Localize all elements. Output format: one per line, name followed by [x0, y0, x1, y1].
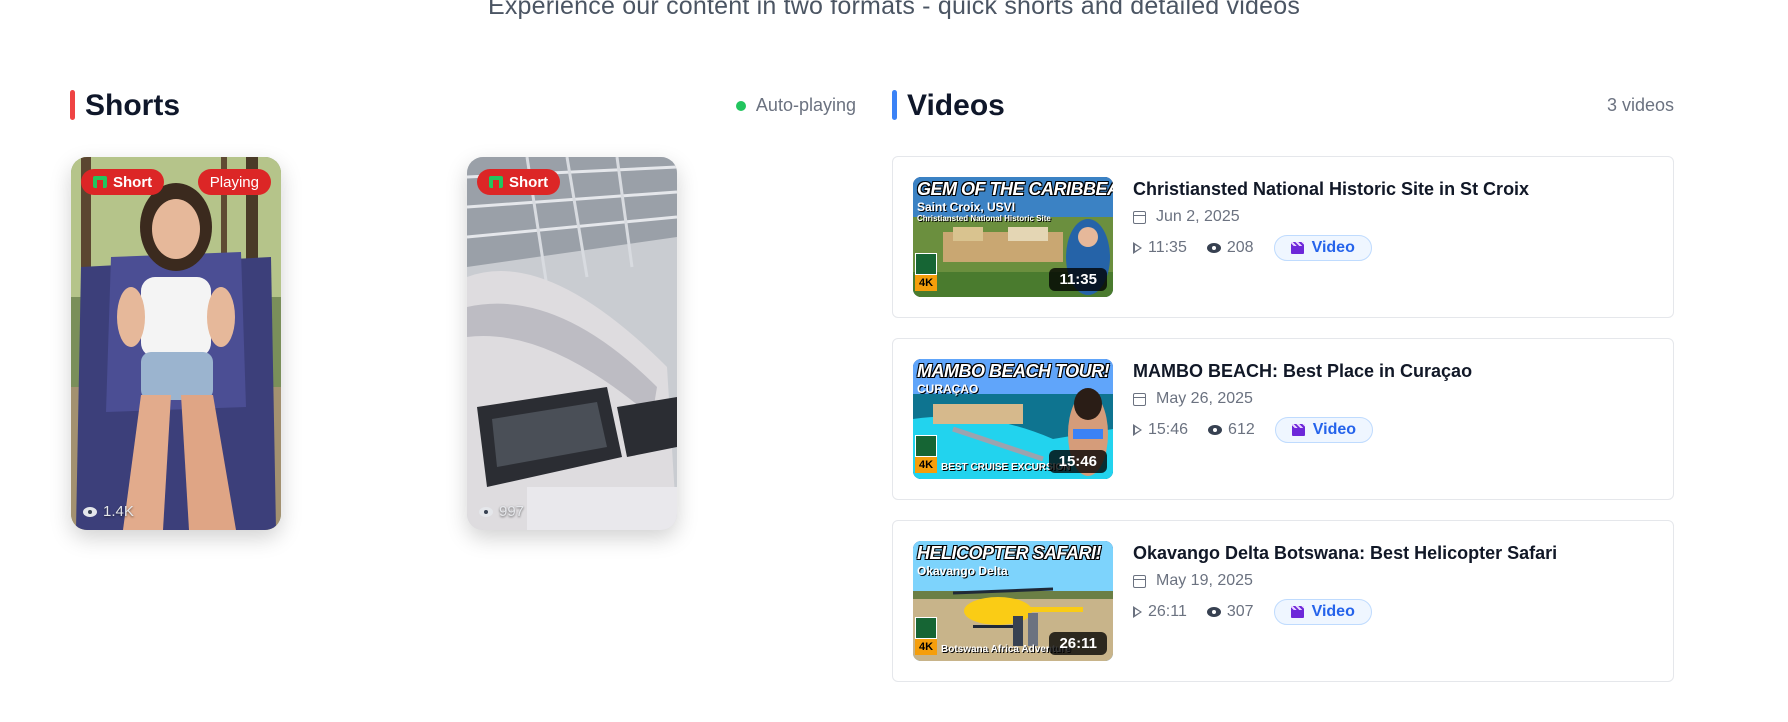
video-info: Okavango Delta Botswana: Best Helicopter…: [1133, 541, 1653, 625]
video-meta: 26:11 307 Video: [1133, 599, 1653, 625]
short-badge-label: Short: [113, 173, 153, 191]
playing-badge-label: Playing: [209, 173, 259, 191]
thumbnail-subtitle: CURAÇAO: [917, 382, 979, 396]
short-views-count: 997: [499, 503, 525, 520]
video-date-text: May 26, 2025: [1156, 390, 1253, 407]
video-date-text: May 19, 2025: [1156, 572, 1253, 589]
video-card[interactable]: MAMBO BEACH TOUR! CURAÇAO 4K BEST CRUISE…: [892, 338, 1674, 500]
video-date: May 26, 2025: [1133, 389, 1653, 409]
clapper-icon: [1290, 242, 1304, 254]
eye-icon: [479, 506, 493, 517]
channel-logo: 4K: [915, 435, 937, 475]
video-info: Christiansted National Historic Site in …: [1133, 177, 1653, 261]
video-duration: 26:11: [1133, 603, 1187, 621]
video-title[interactable]: MAMBO BEACH: Best Place in Curaçao: [1133, 359, 1653, 383]
video-meta: 15:46 612 Video: [1133, 417, 1653, 443]
video-views-text: 307: [1226, 603, 1254, 620]
video-info: MAMBO BEACH: Best Place in Curaçao May 2…: [1133, 359, 1653, 443]
shorts-title: Shorts: [85, 89, 181, 122]
short-card[interactable]: Short Playing 1.4K: [71, 157, 281, 530]
video-views: 612: [1208, 421, 1255, 439]
play-icon: [1133, 606, 1142, 618]
thumbnail-title: MAMBO BEACH TOUR!: [917, 361, 1110, 381]
video-title[interactable]: Okavango Delta Botswana: Best Helicopter…: [1133, 541, 1653, 565]
channel-logo: 4K: [915, 617, 937, 657]
video-duration: 11:35: [1133, 239, 1187, 257]
short-badge: Short: [81, 169, 165, 195]
autoplay-dot-icon: [735, 100, 746, 111]
videos-header: Videos 3 videos: [892, 88, 1674, 124]
autoplay-status: Auto-playing: [735, 95, 856, 116]
thumbnail-title: GEM OF THE CARIBBEAN!: [917, 179, 1113, 199]
video-date-text: Jun 2, 2025: [1156, 208, 1240, 225]
video-card[interactable]: GEM OF THE CARIBBEAN! Saint Croix, USVI …: [892, 156, 1674, 318]
playing-badge: Playing: [197, 169, 271, 195]
video-thumbnail[interactable]: MAMBO BEACH TOUR! CURAÇAO 4K BEST CRUISE…: [913, 359, 1113, 479]
video-card[interactable]: HELICOPTER SAFARI! Okavango Delta 4K Bot…: [892, 520, 1674, 682]
short-badge-label: Short: [509, 173, 549, 191]
autoplay-label: Auto-playing: [755, 95, 856, 115]
thumbnail-subtitle: Saint Croix, USVI: [917, 200, 1016, 214]
video-duration-overlay: 26:11: [1049, 632, 1107, 655]
video-thumbnail[interactable]: HELICOPTER SAFARI! Okavango Delta 4K Bot…: [913, 541, 1113, 661]
page-subtitle: Experience our content in two formats - …: [487, 0, 1301, 20]
video-views: 307: [1206, 603, 1254, 621]
video-duration-text: 26:11: [1148, 603, 1187, 620]
video-views-text: 612: [1228, 421, 1255, 438]
calendar-icon: [1133, 210, 1146, 224]
video-tag: Video: [1273, 599, 1372, 625]
video-duration: 15:46: [1133, 421, 1188, 439]
video-duration-overlay: 15:46: [1048, 450, 1107, 473]
video-tag: Video: [1273, 235, 1372, 261]
short-badge: Short: [477, 169, 561, 195]
video-duration-text: 15:46: [1148, 421, 1189, 438]
video-tag-label: Video: [1311, 603, 1355, 620]
shorts-icon: [93, 176, 107, 188]
video-thumbnail[interactable]: GEM OF THE CARIBBEAN! Saint Croix, USVI …: [913, 177, 1113, 297]
video-title[interactable]: Christiansted National Historic Site in …: [1133, 177, 1653, 201]
thumbnail-caption: Christiansted National Historic Site: [917, 214, 1051, 223]
clapper-icon: [1290, 606, 1304, 618]
thumbnail-subtitle: Okavango Delta: [917, 564, 1008, 578]
play-icon: [1133, 424, 1142, 436]
short-views: 997: [479, 503, 524, 520]
short-thumbnail: [467, 157, 677, 530]
short-thumbnail: [71, 157, 281, 530]
video-date: Jun 2, 2025: [1133, 207, 1653, 227]
video-tag-label: Video: [1312, 421, 1357, 438]
calendar-icon: [1133, 392, 1146, 406]
video-meta: 11:35 208 Video: [1133, 235, 1653, 261]
video-views: 208: [1206, 239, 1254, 257]
videos-title: Videos: [907, 89, 1005, 122]
channel-logo: 4K: [915, 253, 937, 293]
eye-icon: [83, 506, 97, 517]
video-duration-text: 11:35: [1148, 239, 1187, 256]
video-duration-overlay: 11:35: [1049, 268, 1107, 291]
calendar-icon: [1133, 574, 1146, 588]
video-tag: Video: [1274, 417, 1374, 443]
shorts-header: Shorts Auto-playing: [70, 88, 856, 124]
video-date: May 19, 2025: [1133, 571, 1653, 591]
play-icon: [1133, 242, 1142, 254]
videos-accent-bar: [892, 90, 897, 120]
thumbnail-title: HELICOPTER SAFARI!: [917, 543, 1102, 563]
eye-icon: [1208, 425, 1223, 435]
video-count: 3 videos: [1606, 95, 1674, 115]
clapper-icon: [1291, 424, 1305, 436]
short-views: 1.4K: [83, 503, 134, 520]
eye-icon: [1206, 243, 1221, 253]
short-card[interactable]: Short 997: [467, 157, 677, 530]
video-views-text: 208: [1226, 239, 1254, 256]
eye-icon: [1206, 607, 1221, 617]
short-views-count: 1.4K: [103, 503, 134, 520]
video-tag-label: Video: [1311, 239, 1355, 256]
shorts-icon: [489, 176, 503, 188]
shorts-accent-bar: [70, 90, 75, 120]
